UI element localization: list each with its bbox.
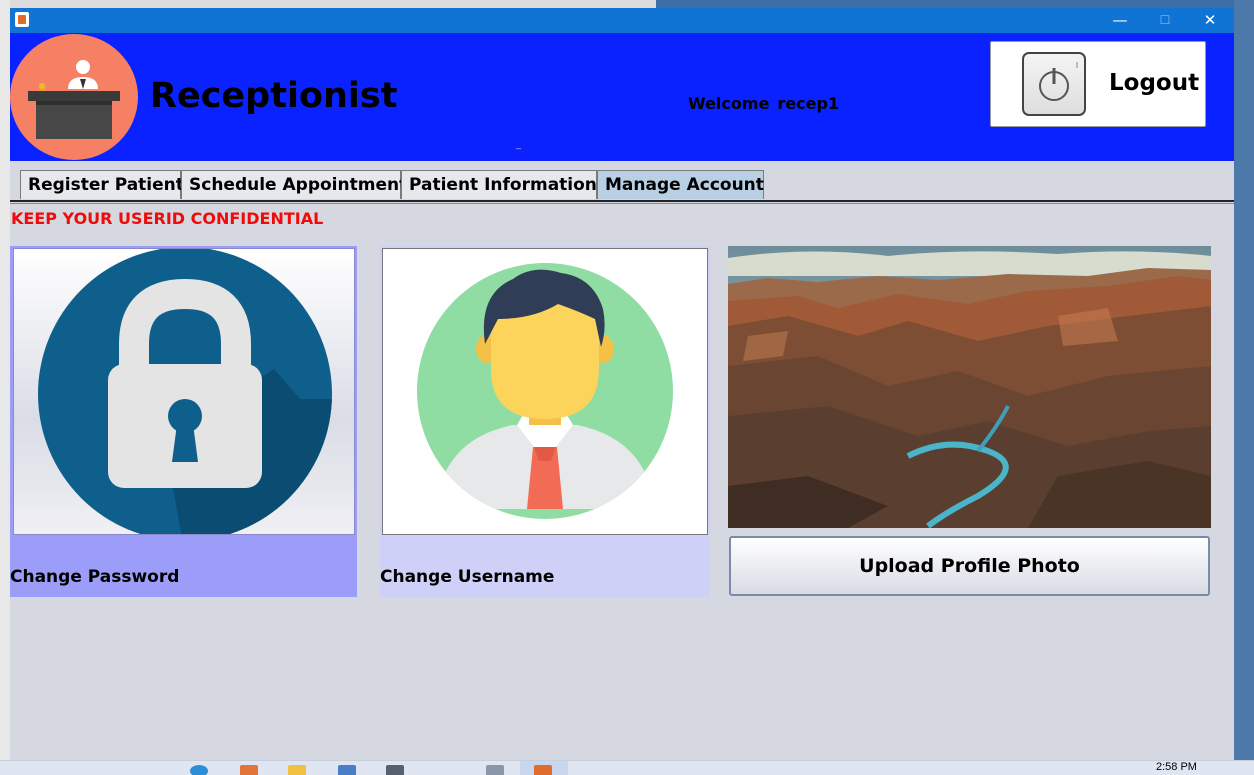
minimize-button[interactable]: — xyxy=(1097,8,1143,33)
confidential-warning: KEEP YOUR USERID CONFIDENTIAL xyxy=(11,209,324,228)
java-app-icon xyxy=(15,12,29,27)
lock-icon xyxy=(38,249,332,534)
taskbar: 2:58 PM xyxy=(0,760,1254,775)
desktop-background-top xyxy=(10,0,1234,8)
tab-divider-shadow xyxy=(10,203,1234,204)
username-label: recep1 xyxy=(777,94,840,113)
title-bar[interactable]: — ☐ ✕ xyxy=(10,8,1234,33)
logout-label: Logout xyxy=(1109,70,1200,96)
page-title: Receptionist xyxy=(150,76,398,116)
change-username-panel: Change Username xyxy=(380,246,710,597)
taskbar-clock: 2:58 PM xyxy=(1156,761,1197,773)
tab-manage-account[interactable]: Manage Account xyxy=(597,170,764,199)
logout-button[interactable]: Logout xyxy=(990,41,1206,127)
desktop-background-left xyxy=(0,0,10,760)
tab-register-patient[interactable]: Register Patient xyxy=(20,170,184,199)
close-button[interactable]: ✕ xyxy=(1187,8,1233,33)
separator-mark: _ xyxy=(516,139,521,150)
receptionist-desk-icon xyxy=(10,34,138,160)
tab-schedule-appointment[interactable]: Schedule Appointment xyxy=(181,170,407,199)
header-banner: Receptionist Welcome recep1 _ Logout xyxy=(10,33,1234,161)
change-username-button[interactable] xyxy=(382,248,708,535)
tab-divider xyxy=(10,200,1234,202)
receptionist-window: — ☐ ✕ Receptionist Welcome recep1 _ Logo… xyxy=(10,8,1234,760)
welcome-label: Welcome xyxy=(688,94,770,113)
maximize-button[interactable]: ☐ xyxy=(1142,8,1188,33)
welcome-message: Welcome recep1 xyxy=(688,94,839,113)
change-password-button[interactable] xyxy=(13,248,355,535)
power-icon xyxy=(1022,52,1086,116)
change-username-label: Change Username xyxy=(380,567,555,587)
change-password-label: Change Password xyxy=(10,567,180,587)
tab-patient-information[interactable]: Patient Information xyxy=(401,170,597,199)
desktop-background-right xyxy=(1234,0,1254,760)
change-password-panel: Change Password xyxy=(10,246,357,597)
canyon-landscape-image xyxy=(728,246,1211,528)
user-avatar-icon xyxy=(417,263,673,519)
upload-profile-photo-button[interactable]: Upload Profile Photo xyxy=(729,536,1210,596)
